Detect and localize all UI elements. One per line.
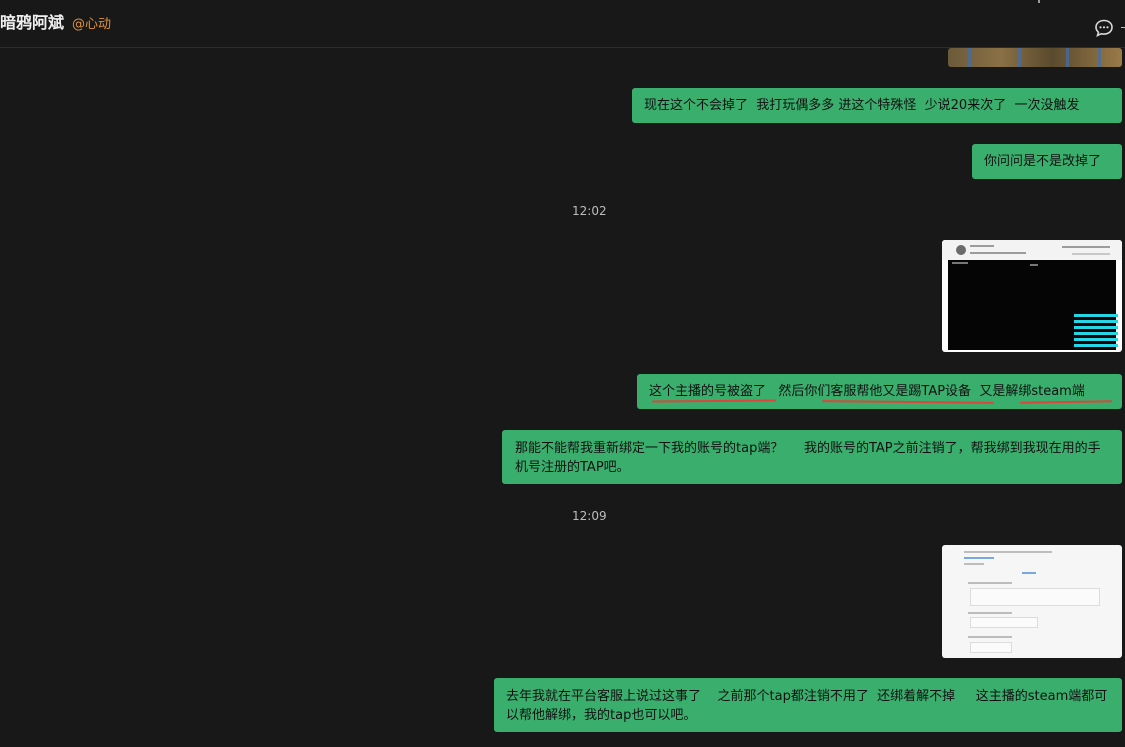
image-message-ticket[interactable] xyxy=(942,545,1122,658)
chat-header: 暗鸦阿斌 @心动 xyxy=(0,0,1125,48)
image-message-stream[interactable] xyxy=(942,240,1122,352)
stream-top-bar xyxy=(942,240,1122,260)
chat-bubble-icon[interactable] xyxy=(1094,18,1114,38)
streamer-avatar xyxy=(956,245,966,255)
contact-org: @心动 xyxy=(72,17,112,32)
message-bubble-3[interactable]: 这个主播的号被盗了 然后你们客服帮他又是踢TAP设备 又是解绑steam端 xyxy=(637,374,1122,409)
contact-name[interactable]: 暗鸦阿斌 xyxy=(0,9,64,33)
top-indicator xyxy=(1038,0,1040,3)
message-bubble-4[interactable]: 那能不能帮我重新绑定一下我的账号的tap端？ 我的账号的TAP之前注销了，帮我绑… xyxy=(502,430,1122,484)
timestamp: 12:09 xyxy=(572,509,607,523)
more-dash xyxy=(1121,27,1125,28)
message-bubble-2[interactable]: 你问问是不是改掉了 xyxy=(972,144,1122,179)
image-message-partial[interactable] xyxy=(948,48,1122,67)
timestamp: 12:02 xyxy=(572,204,607,218)
message-bubble-1[interactable]: 现在这个不会掉了 我打玩偶多多 进这个特殊怪 少说20来次了 一次没触发 xyxy=(632,88,1122,123)
stream-video xyxy=(948,260,1118,350)
message-bubble-5[interactable]: 去年我就在平台客服上说过这事了 之前那个tap都注销不用了 还绑着解不掉 这主播… xyxy=(494,678,1122,732)
